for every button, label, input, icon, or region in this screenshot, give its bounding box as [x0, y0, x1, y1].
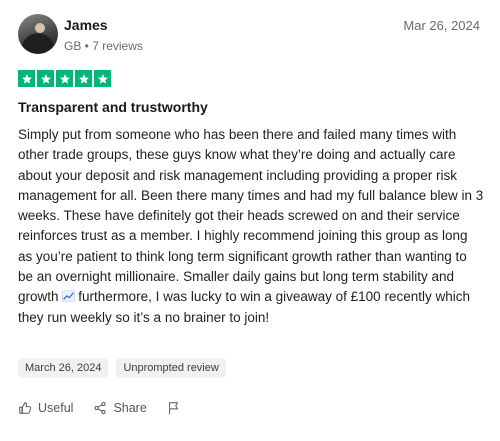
experience-date-tag: March 26, 2024: [18, 358, 109, 378]
thumbs-up-icon: [19, 402, 32, 414]
share-button[interactable]: Share: [93, 401, 147, 415]
review-title[interactable]: Transparent and trustworthy: [18, 99, 208, 115]
avatar[interactable]: [18, 14, 58, 54]
unprompted-review-tag[interactable]: Unprompted review: [116, 358, 226, 378]
review-body-text: Simply put from someone who has been the…: [18, 127, 484, 305]
review-body-tail: furthermore, I was lucky to win a giveaw…: [18, 289, 470, 325]
review-header: James GB • 7 reviews Mar 26, 2024: [18, 14, 482, 58]
star-rating: [18, 70, 111, 87]
star-icon: [37, 70, 54, 87]
share-label: Share: [113, 401, 147, 415]
star-icon: [56, 70, 73, 87]
reviewer-name[interactable]: James: [64, 17, 108, 33]
useful-button[interactable]: Useful: [18, 401, 73, 415]
flag-icon: [168, 402, 178, 415]
review-tags: March 26, 2024 Unprompted review: [18, 358, 226, 378]
review-card: James GB • 7 reviews Mar 26, 2024 Transp…: [0, 0, 500, 441]
star-icon: [18, 70, 35, 87]
review-date: Mar 26, 2024: [403, 18, 480, 33]
star-icon: [94, 70, 111, 87]
review-body: Simply put from someone who has been the…: [18, 125, 484, 328]
chart-increasing-icon: [61, 290, 75, 303]
reviewer-meta: GB • 7 reviews: [64, 39, 143, 53]
review-actions: Useful Share: [18, 401, 181, 415]
share-icon: [94, 402, 106, 414]
useful-label: Useful: [38, 401, 74, 415]
star-icon: [75, 70, 92, 87]
report-button[interactable]: [167, 401, 181, 415]
